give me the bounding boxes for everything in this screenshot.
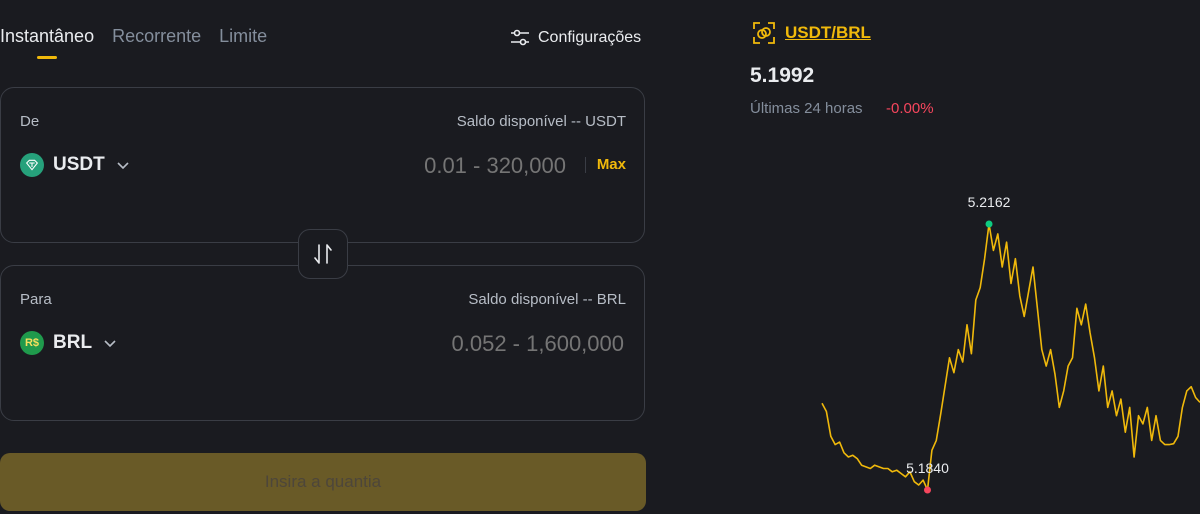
to-box: Para Saldo disponível -- BRL R$ BRL: [0, 265, 645, 421]
chart-low-point: [923, 486, 931, 494]
exchange-icon: [753, 22, 775, 44]
order-type-tabs: Instantâneo Recorrente Limite: [0, 26, 267, 59]
pair-link[interactable]: USDT/BRL: [751, 20, 871, 46]
to-asset-name: BRL: [53, 332, 93, 353]
chart-high-label: 5.2162: [968, 194, 1011, 210]
price-chart: 5.2162 5.1840: [821, 194, 1200, 494]
brl-icon: R$: [20, 331, 44, 355]
convert-page: Instantâneo Recorrente Limite Configuraç…: [0, 0, 1200, 514]
to-asset-selector[interactable]: R$ BRL: [20, 331, 117, 355]
period-label: Últimas 24 horas: [750, 100, 863, 117]
swap-button[interactable]: [298, 229, 348, 279]
from-asset-selector[interactable]: USDT: [20, 153, 130, 177]
tab-limite[interactable]: Limite: [219, 26, 267, 59]
usdt-icon: [20, 153, 44, 177]
swap-arrows-icon: [314, 244, 332, 264]
from-box: De Saldo disponível -- USDT USDT Max: [0, 87, 645, 243]
chart-series-line: [821, 223, 1200, 491]
from-label: De: [20, 113, 40, 130]
pair-label: USDT/BRL: [785, 23, 871, 42]
to-balance: Saldo disponível -- BRL: [468, 291, 626, 308]
to-label: Para: [20, 291, 52, 308]
sliders-icon: [511, 29, 529, 46]
chevron-down-icon: [117, 162, 129, 170]
from-asset-name: USDT: [53, 154, 105, 175]
chart-high-point: [985, 220, 993, 228]
from-amount-input[interactable]: [304, 152, 568, 180]
tab-instantaneo[interactable]: Instantâneo: [0, 26, 94, 59]
from-balance: Saldo disponível -- USDT: [456, 113, 626, 130]
settings-label: Configurações: [538, 29, 642, 46]
tab-recorrente[interactable]: Recorrente: [112, 26, 201, 59]
chart-low-label: 5.1840: [906, 460, 949, 476]
max-divider: [584, 156, 586, 173]
settings-button[interactable]: Configurações: [508, 26, 641, 50]
to-amount-input[interactable]: [362, 330, 626, 358]
enter-amount-button[interactable]: Insira a quantia: [0, 453, 646, 511]
chevron-down-icon: [104, 340, 116, 348]
max-wrap: Max: [584, 156, 626, 173]
max-button[interactable]: Max: [597, 156, 626, 173]
current-price: 5.1992: [750, 64, 815, 87]
price-change: -0.00%: [886, 100, 934, 117]
